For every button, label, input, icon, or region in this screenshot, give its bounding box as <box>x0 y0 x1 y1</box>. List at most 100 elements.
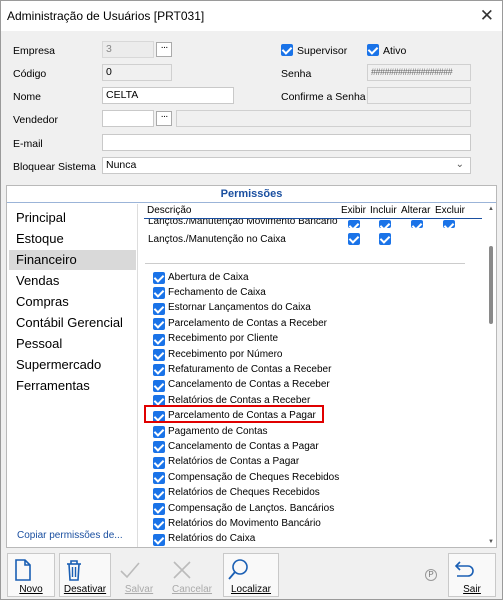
category-vendas[interactable]: Vendas <box>9 271 136 291</box>
category-financeiro[interactable]: Financeiro <box>9 250 136 270</box>
permission-item-label: Parcelamento de Contas a Receber <box>168 317 327 329</box>
permission-item-label: Relatórios do Movimento Bancário <box>168 517 321 529</box>
toolbar: Novo Desativar Salvar Cancelar Localizar… <box>1 550 502 599</box>
vendedor-label: Vendedor <box>13 114 58 126</box>
senha-label: Senha <box>281 68 312 80</box>
empresa-field[interactable]: 3 <box>102 41 154 58</box>
desativar-label: Desativar <box>63 584 107 595</box>
cancelar-button[interactable]: Cancelar <box>167 553 217 597</box>
permission-item-label: Compensação de Lançtos. Bancários <box>168 502 335 514</box>
bloquear-value: Nunca <box>106 159 137 171</box>
copy-permissions-link[interactable]: Copiar permissões de... <box>17 530 123 541</box>
top-row-incluir-checkbox[interactable] <box>379 220 391 228</box>
category-principal[interactable]: Principal <box>9 208 136 228</box>
permission-checkbox[interactable] <box>153 379 165 392</box>
permission-checkbox[interactable] <box>153 364 165 377</box>
nome-field[interactable]: CELTA <box>102 87 234 104</box>
scroll-down-icon[interactable]: ▼ <box>488 539 494 545</box>
scroll-thumb[interactable] <box>489 246 493 324</box>
col-incluir: Incluir <box>370 205 397 216</box>
permission-checkbox[interactable] <box>153 487 165 500</box>
sair-button[interactable]: Sair <box>448 553 496 597</box>
nome-label: Nome <box>13 91 42 103</box>
top-row-excluir-checkbox[interactable] <box>443 220 455 228</box>
permission-item-label: Compensação de Cheques Recebidos <box>168 471 340 483</box>
confirme-senha-label: Confirme a Senha <box>281 91 366 103</box>
permission-item-label: Recebimento por Número <box>168 348 283 360</box>
permission-item-label: Recebimento por Cliente <box>168 333 279 345</box>
empresa-lookup-button[interactable]: ··· <box>156 42 172 57</box>
permission-checkbox[interactable] <box>153 333 165 346</box>
permission-item-label: Abertura de Caixa <box>168 271 249 283</box>
col-alterar: Alterar <box>401 205 431 216</box>
permission-item-label: Refaturamento de Contas a Receber <box>168 363 332 375</box>
check-icon <box>120 562 140 579</box>
trash-icon <box>67 560 81 581</box>
ativo-checkbox[interactable] <box>367 44 379 56</box>
permission-checkbox[interactable] <box>153 472 165 485</box>
localizar-label: Localizar <box>230 584 272 595</box>
x-icon <box>173 561 191 579</box>
scroll-up-icon[interactable]: ▲ <box>488 206 494 212</box>
permission-checkbox[interactable] <box>153 456 165 469</box>
email-field[interactable] <box>102 134 471 151</box>
vendedor-lookup-button[interactable]: ··· <box>156 111 172 126</box>
permission-item-label: Relatórios do Caixa <box>168 533 256 545</box>
user-admin-window: Administração de Usuários [PRT031] ✕ Emp… <box>0 0 503 600</box>
title-bar: Administração de Usuários [PRT031] ✕ <box>1 1 502 31</box>
desativar-button[interactable]: Desativar <box>59 553 111 597</box>
permission-item-label: Relatórios de Cheques Recebidos <box>168 487 320 499</box>
supervisor-label: Supervisor <box>297 45 348 57</box>
top-row-exibir-checkbox[interactable] <box>348 220 360 228</box>
col-descricao: Descrição <box>147 205 192 216</box>
localizar-button[interactable]: Localizar <box>223 553 279 597</box>
col-excluir: Excluir <box>435 205 466 216</box>
permission-checkbox[interactable] <box>153 441 165 454</box>
top-row-incluir-checkbox[interactable] <box>379 233 391 245</box>
top-row-exibir-checkbox[interactable] <box>348 233 360 245</box>
novo-label: Novo <box>19 584 43 595</box>
bloquear-label: Bloquear Sistema <box>13 161 96 173</box>
permission-checkbox[interactable] <box>153 287 165 300</box>
category-supermercado[interactable]: Supermercado <box>9 355 136 375</box>
permission-item-label: Relatórios de Contas a Pagar <box>168 456 300 468</box>
category-pessoal[interactable]: Pessoal <box>9 334 136 354</box>
close-icon[interactable]: ✕ <box>480 6 494 26</box>
category-compras[interactable]: Compras <box>9 292 136 312</box>
category-ferramentas[interactable]: Ferramentas <box>9 376 136 396</box>
senha-field[interactable]: ################## <box>367 64 471 81</box>
empresa-label: Empresa <box>13 45 56 57</box>
permissions-title: Permissões <box>7 186 496 203</box>
salvar-button[interactable]: Salvar <box>115 553 163 597</box>
confirme-senha-field[interactable] <box>367 87 471 104</box>
novo-button[interactable]: Novo <box>7 553 55 597</box>
permission-checkbox[interactable] <box>153 272 165 284</box>
cancelar-label: Cancelar <box>171 584 213 595</box>
permission-item-label: Estornar Lançamentos do Caixa <box>168 302 311 314</box>
permission-checkbox[interactable] <box>153 349 165 361</box>
top-row-alterar-checkbox[interactable] <box>411 220 423 228</box>
permission-item-label: Pagamento de Contas <box>168 425 268 437</box>
category-list: Principal Estoque Financeiro Vendas Comp… <box>7 204 138 547</box>
bloquear-select[interactable]: Nunca ⌄ <box>102 157 471 174</box>
search-icon <box>228 559 248 580</box>
permission-checkbox[interactable] <box>153 426 165 438</box>
vendedor-field[interactable] <box>102 110 154 127</box>
permission-checkbox[interactable] <box>153 518 165 531</box>
category-estoque[interactable]: Estoque <box>9 229 136 249</box>
permission-checkbox[interactable] <box>153 302 165 315</box>
section-divider <box>145 263 465 264</box>
scrollbar[interactable]: ▲ ▼ <box>488 204 494 547</box>
permission-item-label: Cancelamento de Contas a Pagar <box>168 440 319 452</box>
permission-checkbox[interactable] <box>153 503 165 515</box>
category-contabil-gerencial[interactable]: Contábil Gerencial <box>9 313 136 333</box>
permission-checkbox[interactable] <box>153 533 165 546</box>
col-exibir: Exibir <box>341 205 367 216</box>
supervisor-checkbox[interactable] <box>281 44 293 56</box>
new-document-icon <box>15 559 31 581</box>
permission-checkbox[interactable] <box>153 318 165 331</box>
email-label: E-mail <box>13 138 43 150</box>
ativo-label: Ativo <box>383 45 407 57</box>
highlight-box <box>144 405 324 423</box>
permission-item-label: Cancelamento de Contas a Receber <box>168 379 330 391</box>
